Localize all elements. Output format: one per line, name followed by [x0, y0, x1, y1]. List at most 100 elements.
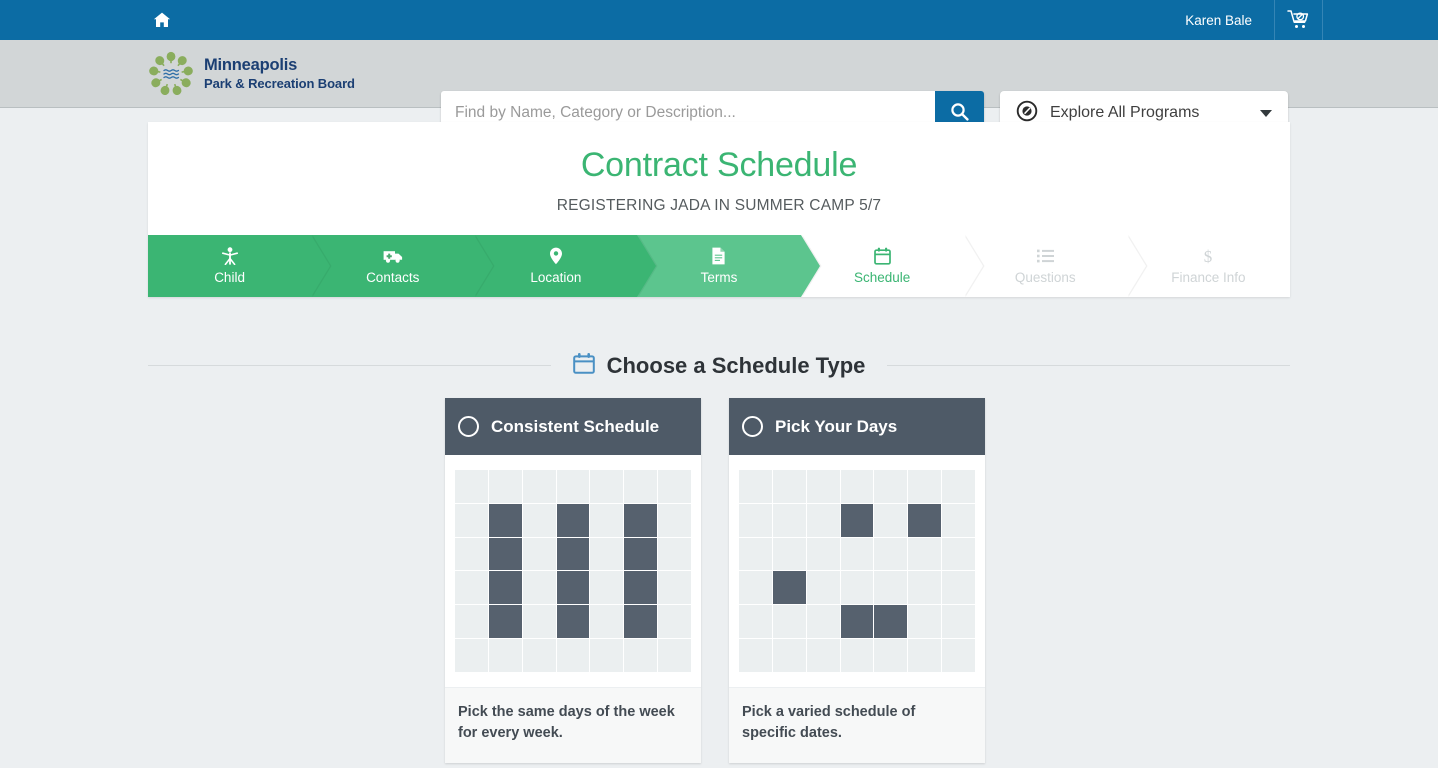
schedule-preview-cell — [840, 571, 874, 605]
radio-consistent-schedule[interactable] — [458, 416, 479, 437]
schedule-preview-cell — [806, 605, 840, 638]
schedule-preview-cell — [942, 638, 975, 672]
schedule-preview-cell — [522, 503, 556, 537]
contract-header-card: Contract Schedule REGISTERING JADA IN SU… — [148, 122, 1290, 297]
home-icon[interactable] — [148, 6, 176, 34]
card-footer: Pick a varied schedule of specific dates… — [729, 686, 985, 763]
schedule-preview-cell — [840, 537, 874, 571]
section-title-wrap: Choose a Schedule Type — [551, 352, 888, 379]
schedule-preview-cell — [806, 470, 840, 503]
document-icon — [711, 247, 726, 265]
schedule-preview-cell — [773, 503, 806, 537]
map-pin-icon — [549, 247, 563, 265]
step-questions[interactable]: Questions — [963, 235, 1148, 297]
step-label: Terms — [700, 270, 738, 285]
schedule-preview-cell — [455, 571, 489, 605]
schedule-preview-cell — [874, 571, 908, 605]
schedule-type-card-pick-your-days[interactable]: Pick Your Days Pick a varied schedule of… — [729, 398, 985, 763]
schedule-preview-cell — [942, 503, 975, 537]
schedule-preview-cell — [455, 638, 489, 672]
minneapolis-park-trees-logo — [149, 51, 193, 95]
schedule-type-card-consistent[interactable]: Consistent Schedule Pick the same days o… — [445, 398, 701, 763]
schedule-preview-cell — [773, 537, 806, 571]
step-label: Finance Info — [1171, 270, 1246, 285]
schedule-preview-cell — [624, 605, 657, 638]
step-location[interactable]: Location — [474, 235, 658, 297]
step-child[interactable]: Child — [148, 235, 332, 297]
step-label: Child — [214, 270, 245, 285]
schedule-preview-cell — [624, 571, 657, 605]
step-terms[interactable]: Terms — [637, 235, 822, 297]
section-header-choose-schedule-type: Choose a Schedule Type — [148, 352, 1290, 379]
schedule-preview-cell — [522, 537, 556, 571]
step-contacts[interactable]: Contacts — [311, 235, 495, 297]
schedule-preview-cell — [455, 470, 489, 503]
calendar-icon — [873, 247, 891, 265]
schedule-preview-cell — [489, 470, 522, 503]
schedule-preview-cell — [874, 605, 908, 638]
schedule-preview-cell — [624, 503, 657, 537]
schedule-preview-cell — [840, 605, 874, 638]
schedule-preview-cell — [908, 571, 941, 605]
schedule-preview-cell — [806, 571, 840, 605]
schedule-preview-cell — [658, 571, 691, 605]
schedule-preview-cell — [455, 605, 489, 638]
schedule-preview-cell — [908, 638, 941, 672]
schedule-preview-cell — [773, 470, 806, 503]
list-icon — [1036, 247, 1054, 265]
card-preview — [445, 455, 701, 687]
step-label: Questions — [1014, 270, 1076, 285]
schedule-preview-cell — [739, 503, 773, 537]
schedule-preview-cell — [773, 638, 806, 672]
schedule-preview-grid-consistent — [455, 470, 691, 672]
schedule-preview-cell — [773, 571, 806, 605]
schedule-preview-cell — [908, 503, 941, 537]
schedule-preview-cell — [739, 537, 773, 571]
card-header[interactable]: Consistent Schedule — [445, 398, 701, 455]
radio-pick-your-days[interactable] — [742, 416, 763, 437]
card-footer: Pick the same days of the week for every… — [445, 686, 701, 763]
chevron-down-icon — [1260, 109, 1272, 117]
schedule-preview-cell — [624, 470, 657, 503]
step-finance-info[interactable]: $ Finance Info — [1126, 235, 1290, 297]
schedule-preview-cell — [840, 470, 874, 503]
schedule-preview-cell — [874, 537, 908, 571]
logo-line-1: Minneapolis — [204, 56, 298, 75]
schedule-preview-cell — [590, 605, 624, 638]
schedule-preview-cell — [556, 537, 590, 571]
schedule-preview-grid-pick-your-days — [739, 470, 975, 672]
user-menu[interactable]: Karen Bale — [1167, 0, 1275, 40]
site-header: Minneapolis Park & Recreation Board Expl… — [0, 40, 1438, 135]
step-label: Contacts — [366, 270, 420, 285]
progress-steps: Child Contacts Location Terms Schedule Q… — [148, 235, 1290, 297]
section-title: Choose a Schedule Type — [606, 352, 866, 378]
schedule-preview-cell — [556, 571, 590, 605]
top-bar-spacer — [1323, 0, 1438, 40]
card-title: Pick Your Days — [775, 416, 898, 436]
schedule-preview-cell — [489, 638, 522, 672]
schedule-preview-cell — [942, 537, 975, 571]
page-title: Contract Schedule — [580, 146, 858, 184]
card-header[interactable]: Pick Your Days — [729, 398, 985, 455]
site-logo[interactable]: Minneapolis Park & Recreation Board — [148, 51, 355, 97]
schedule-preview-cell — [806, 638, 840, 672]
card-description: Pick the same days of the week for every… — [458, 703, 675, 742]
top-bar-right-group: Karen Bale — [1167, 0, 1438, 40]
step-schedule[interactable]: Schedule — [800, 235, 985, 297]
search-icon — [950, 102, 969, 124]
schedule-preview-cell — [840, 638, 874, 672]
calendar-icon — [572, 352, 595, 379]
schedule-preview-cell — [658, 605, 691, 638]
step-label: Schedule — [853, 270, 911, 285]
schedule-preview-cell — [658, 470, 691, 503]
empty-cart-icon[interactable] — [1275, 0, 1323, 40]
schedule-preview-cell — [658, 638, 691, 672]
user-name-label: Karen Bale — [1185, 12, 1252, 28]
schedule-preview-cell — [739, 638, 773, 672]
top-navigation-bar: Karen Bale — [0, 0, 1438, 40]
child-icon — [221, 247, 238, 265]
schedule-preview-cell — [773, 605, 806, 638]
schedule-preview-cell — [806, 537, 840, 571]
page-heading-block: Contract Schedule REGISTERING JADA IN SU… — [148, 122, 1290, 235]
schedule-preview-cell — [739, 571, 773, 605]
